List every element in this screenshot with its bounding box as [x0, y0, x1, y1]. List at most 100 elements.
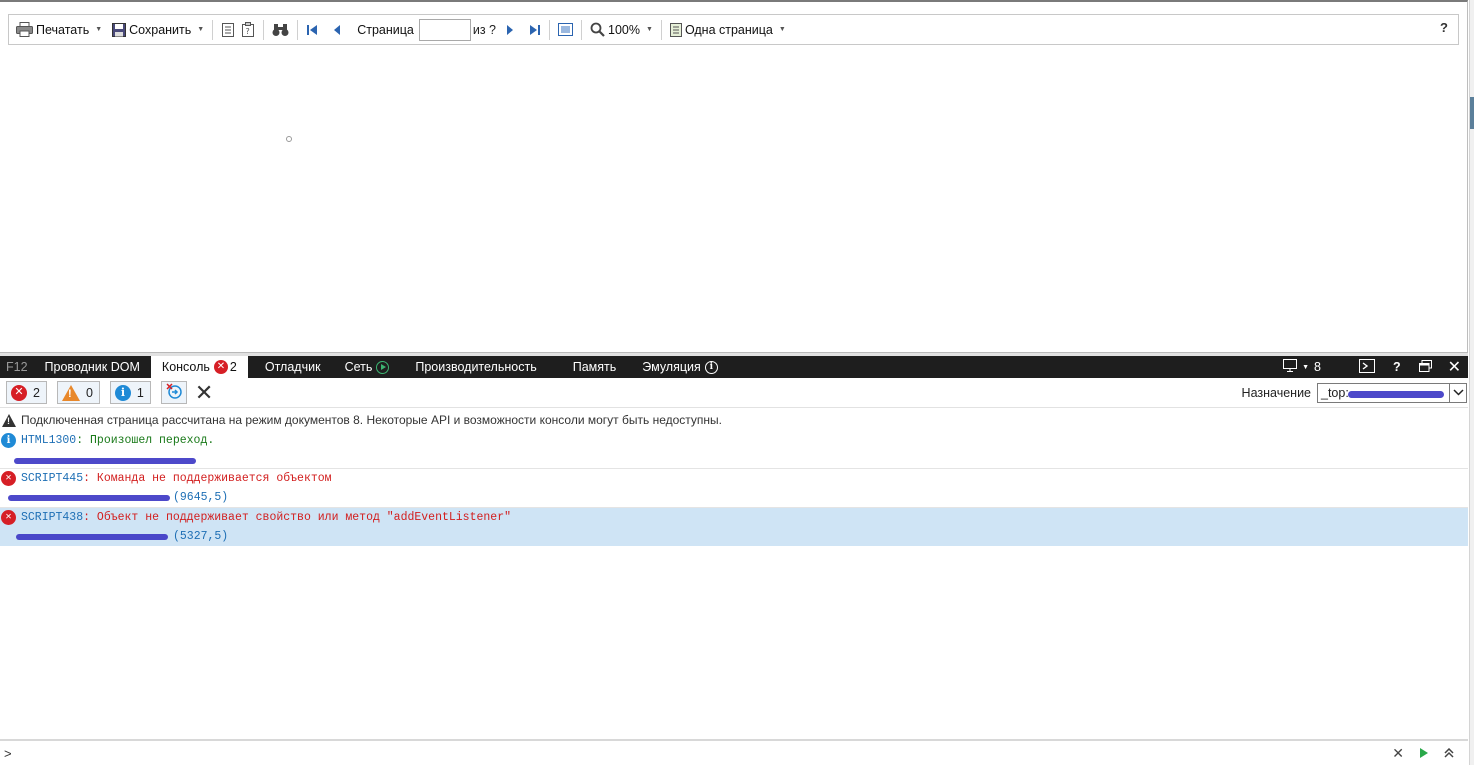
- console-error-count: 2: [229, 360, 237, 374]
- tab-network[interactable]: Сеть: [334, 356, 401, 378]
- parameters-button[interactable]: ?: [238, 18, 258, 42]
- first-page-icon: [306, 24, 318, 36]
- message-code: SCRIPT438: [21, 511, 84, 524]
- devtools-tab-bar: F12 Проводник DOM Консоль ✕ 2 Отладчик С…: [0, 356, 1468, 378]
- message-code: SCRIPT445: [21, 472, 84, 485]
- run-icon: [1420, 748, 1428, 758]
- print-label: Печатать: [36, 22, 90, 37]
- console-message-error[interactable]: ✕ SCRIPT445 : Команда не поддерживается …: [0, 469, 1468, 508]
- scrollbar-thumb[interactable]: [1470, 97, 1474, 129]
- tab-dom-explorer[interactable]: Проводник DOM: [34, 356, 151, 378]
- tab-performance[interactable]: Производительность: [400, 356, 560, 378]
- devtools-help-button[interactable]: ?: [1384, 356, 1410, 378]
- document-mode-value: 8: [1314, 360, 1321, 374]
- report-viewer: Печатать ▼ Сохранить ▼ ? Страница из ? 1…: [0, 0, 1468, 352]
- filter-warnings-button[interactable]: ! 0: [56, 381, 100, 404]
- screen-icon: [1283, 359, 1299, 375]
- tab-label: Сеть: [344, 360, 373, 374]
- next-page-button[interactable]: [502, 18, 518, 42]
- record-icon: [376, 360, 390, 374]
- close-devtools-button[interactable]: ✕: [1441, 356, 1468, 378]
- toolbar-divider: [263, 19, 265, 40]
- console-toggle-button[interactable]: [1350, 356, 1384, 378]
- clear-on-navigate-button[interactable]: [160, 381, 187, 404]
- previous-page-button[interactable]: [329, 18, 345, 42]
- expand-input-button[interactable]: [1444, 746, 1454, 760]
- info-icon: i: [1, 433, 16, 448]
- tab-emulation[interactable]: Эмуляция i: [631, 356, 729, 378]
- tab-label: Эмуляция: [642, 360, 701, 374]
- message-text: : Объект не поддерживает свойство или ме…: [83, 511, 511, 524]
- document-mode-button[interactable]: ▼ 8: [1274, 356, 1330, 378]
- find-button[interactable]: [269, 18, 292, 42]
- window-scrollbar[interactable]: [1469, 0, 1474, 765]
- message-source-line[interactable]: [0, 450, 1468, 469]
- devtools-window-controls: ▼ 8 ? ✕: [1274, 356, 1468, 378]
- tab-label: Производительность: [415, 360, 537, 374]
- filter-errors-button[interactable]: ✕ 2: [6, 381, 47, 404]
- redaction-mark: [16, 534, 168, 540]
- expand-icon: [1444, 745, 1454, 761]
- error-icon: ✕: [1, 510, 16, 525]
- error-count: 2: [33, 385, 40, 400]
- doc-mode-notice: ! Подключенная страница рассчитана на ре…: [0, 409, 1468, 431]
- info-icon: i: [704, 360, 718, 374]
- page-number-input[interactable]: [418, 18, 471, 41]
- target-dropdown[interactable]: _top:: [1317, 382, 1467, 403]
- tab-label: Отладчик: [264, 360, 321, 374]
- document-map-button[interactable]: [218, 18, 238, 42]
- first-page-button[interactable]: [303, 18, 321, 42]
- info-icon: i: [114, 384, 131, 401]
- view-mode-button[interactable]: Одна страница ▼: [667, 18, 789, 42]
- console-input-row[interactable]: > ✕: [0, 739, 1468, 765]
- printer-icon: [16, 22, 33, 37]
- clear-input-button[interactable]: ✕: [1392, 746, 1404, 760]
- redaction-mark: [8, 495, 170, 501]
- chevron-down-icon: ▼: [778, 26, 786, 33]
- chevron-down-icon: ▼: [1302, 363, 1309, 371]
- last-page-button[interactable]: [526, 18, 544, 42]
- message-source-line[interactable]: (9645,5): [0, 488, 1468, 507]
- filter-info-button[interactable]: i 1: [109, 381, 151, 404]
- warning-count: 0: [85, 385, 93, 400]
- page-label: Страница: [357, 22, 414, 37]
- message-location: (5327,5): [173, 530, 229, 543]
- warning-icon: !: [2, 413, 16, 427]
- last-page-icon: [529, 24, 541, 36]
- page-layout-button[interactable]: [555, 18, 576, 42]
- redaction-mark: [14, 458, 196, 464]
- undock-icon: [1418, 359, 1432, 375]
- console-message-error-selected[interactable]: ✕ SCRIPT438 : Объект не поддерживает сво…: [0, 508, 1468, 546]
- tab-label: Память: [572, 360, 617, 374]
- tab-console[interactable]: Консоль ✕ 2: [150, 356, 248, 378]
- tab-memory[interactable]: Память: [561, 356, 632, 378]
- tab-label: Консоль: [161, 360, 210, 374]
- zoom-icon: [590, 22, 605, 37]
- info-count: 1: [136, 385, 144, 400]
- message-source-line[interactable]: (5327,5): [0, 527, 1468, 546]
- message-text: : Команда не поддерживается объектом: [83, 472, 332, 485]
- console-message-info[interactable]: i HTML1300 : Произошел переход.: [0, 431, 1468, 469]
- console-filter-bar: ✕ 2 ! 0 i 1 ✕ Назначение _top:: [0, 378, 1468, 408]
- help-button[interactable]: ?: [1440, 20, 1448, 35]
- chevron-down-icon: ▼: [646, 26, 653, 33]
- toolbar-divider: [212, 19, 214, 40]
- console-prompt: >: [4, 745, 12, 761]
- report-toolbar: Печатать ▼ Сохранить ▼ ? Страница из ? 1…: [8, 14, 1459, 45]
- save-button[interactable]: Сохранить ▼: [109, 18, 207, 42]
- page-indicator: Страница: [351, 18, 417, 42]
- previous-page-icon: [332, 24, 342, 36]
- undock-button[interactable]: [1410, 356, 1441, 378]
- chevron-down-icon: ▼: [95, 26, 103, 33]
- loading-indicator: [286, 136, 292, 142]
- toolbar-divider: [549, 19, 551, 40]
- console-output: ! Подключенная страница рассчитана на ре…: [0, 409, 1468, 739]
- zoom-button[interactable]: 100% ▼: [587, 18, 656, 42]
- error-icon: ✕: [1, 471, 16, 486]
- target-label: Назначение: [1241, 385, 1311, 400]
- run-button[interactable]: [1420, 746, 1428, 760]
- print-button[interactable]: Печатать ▼: [13, 18, 105, 42]
- tab-debugger[interactable]: Отладчик: [248, 356, 334, 378]
- chevron-down-icon: [1449, 383, 1466, 402]
- clear-console-button[interactable]: ✕: [195, 381, 213, 404]
